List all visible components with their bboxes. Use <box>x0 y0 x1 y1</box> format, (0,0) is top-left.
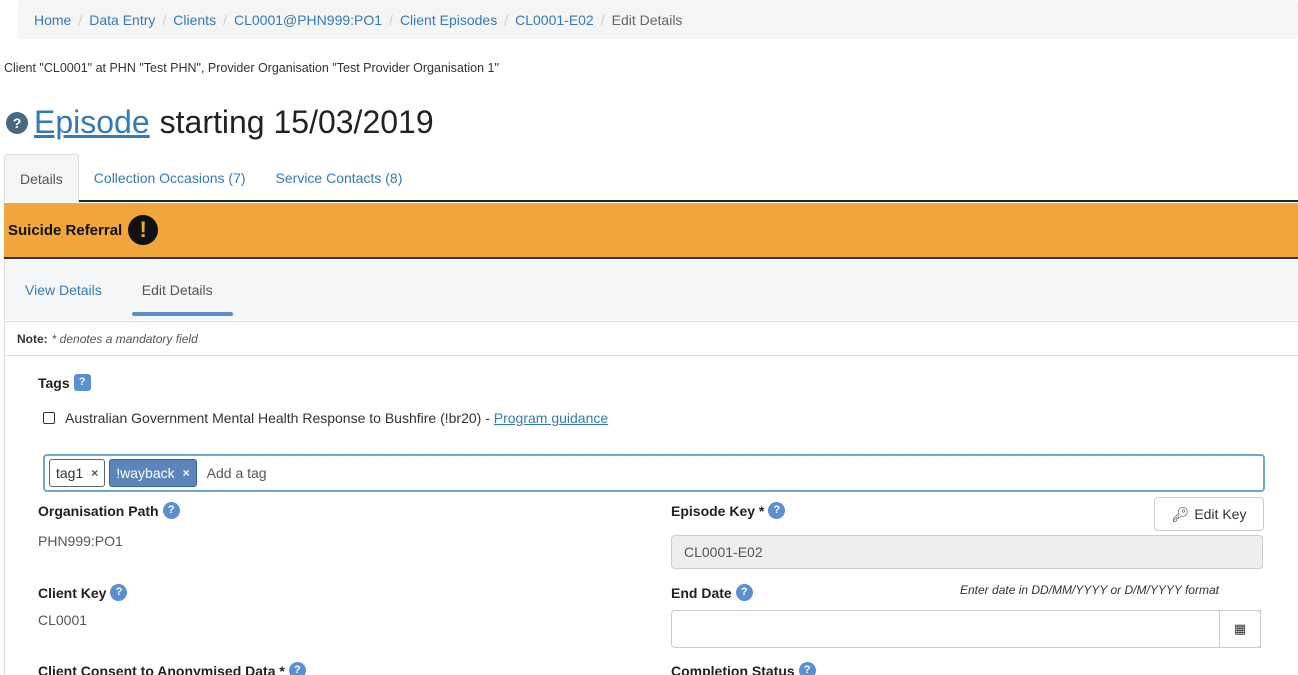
breadcrumb-home[interactable]: Home <box>34 12 71 28</box>
help-icon[interactable]: ? <box>110 584 128 601</box>
tab-service-contacts[interactable]: Service Contacts (8) <box>261 154 418 202</box>
breadcrumb-client-episodes[interactable]: Client Episodes <box>400 12 497 28</box>
breadcrumb-client[interactable]: CL0001@PHN999:PO1 <box>234 12 382 28</box>
organisation-path-value: PHN999:PO1 <box>38 533 123 549</box>
episode-key-label: Episode Key * ? <box>671 502 786 519</box>
tag-input-placeholder[interactable]: Add a tag <box>207 465 267 481</box>
calendar-icon[interactable]: ▦ <box>1219 610 1261 648</box>
tag-chip[interactable]: tag1 × <box>49 459 106 487</box>
suicide-referral-banner: Suicide Referral ! <box>4 203 1298 259</box>
client-key-value: CL0001 <box>38 612 88 628</box>
help-icon[interactable]: ? <box>288 662 306 675</box>
edit-key-label: Edit Key <box>1194 506 1247 522</box>
client-key-label-text: Client Key <box>38 584 107 601</box>
tag-input[interactable]: tag1 × !wayback × Add a tag <box>43 454 1265 492</box>
client-consent-label-text: Client Consent to Anonymised Data * <box>38 662 285 675</box>
edit-form: Note: * denotes a mandatory field Tags ?… <box>4 321 1298 675</box>
breadcrumb: Home / Data Entry / Clients / CL0001@PHN999… <box>18 0 1298 39</box>
end-date-label-text: End Date <box>671 584 732 601</box>
breadcrumb-separator: / <box>78 11 83 28</box>
episode-key-field: CL0001-E02 <box>671 535 1263 569</box>
help-icon[interactable]: ? <box>768 502 786 519</box>
subtab-view-details[interactable]: View Details <box>5 260 122 320</box>
tags-label-text: Tags <box>38 374 70 391</box>
breadcrumb-data-entry[interactable]: Data Entry <box>89 12 155 28</box>
edit-key-button[interactable]: 🔑︎ Edit Key <box>1154 497 1264 531</box>
program-guidance-link[interactable]: Program guidance <box>494 410 608 426</box>
remove-tag-icon[interactable]: × <box>183 466 190 480</box>
end-date-label: End Date ? <box>671 584 753 601</box>
episode-link[interactable]: Episode <box>34 104 150 141</box>
breadcrumb-clients[interactable]: Clients <box>173 12 216 28</box>
tab-details[interactable]: Details <box>4 154 79 202</box>
note-label: Note: <box>17 331 48 346</box>
page-title: ? Episode starting 15/03/2019 <box>6 104 434 141</box>
breadcrumb-separator: / <box>600 11 605 28</box>
page-title-text: starting 15/03/2019 <box>159 104 434 140</box>
completion-status-label-text: Completion Status <box>671 662 795 675</box>
help-icon[interactable]: ? <box>735 584 753 601</box>
tag-label: !wayback <box>116 465 175 481</box>
tag-label: tag1 <box>56 465 84 481</box>
help-icon[interactable]: ? <box>798 662 816 675</box>
tag-chip-selected[interactable]: !wayback × <box>109 459 197 487</box>
completion-status-label: Completion Status ? <box>671 662 816 675</box>
breadcrumb-episode[interactable]: CL0001-E02 <box>515 12 594 28</box>
key-icon: 🔑︎ <box>1171 505 1190 522</box>
referral-label: Suicide Referral <box>8 221 123 239</box>
breadcrumb-separator: / <box>504 11 509 28</box>
breadcrumb-separator: / <box>223 11 227 28</box>
sub-tabs: View Details Edit Details <box>4 260 1298 320</box>
end-date-hint: Enter date in DD/MM/YYYY or D/M/YYYY for… <box>960 583 1219 597</box>
checkbox-icon[interactable] <box>43 412 55 424</box>
mandatory-note: Note: * denotes a mandatory field <box>5 322 1298 356</box>
organisation-path-label: Organisation Path ? <box>38 502 180 519</box>
breadcrumb-current: Edit Details <box>611 11 683 28</box>
exclamation-icon: ! <box>128 215 159 245</box>
bushfire-tag-label: Australian Government Mental Health Resp… <box>65 410 490 426</box>
main-tabs: Details Collection Occasions (7) Service… <box>4 154 1298 202</box>
client-key-label: Client Key ? <box>38 584 128 601</box>
tags-label: Tags ? <box>38 374 91 391</box>
tab-collection-occasions[interactable]: Collection Occasions (7) <box>79 154 261 202</box>
bushfire-tag-option: Australian Government Mental Health Resp… <box>43 410 608 426</box>
end-date-input[interactable] <box>671 610 1261 648</box>
client-consent-label: Client Consent to Anonymised Data * ? <box>38 662 306 675</box>
organisation-path-label-text: Organisation Path <box>38 502 159 519</box>
episode-key-label-text: Episode Key * <box>671 502 765 519</box>
client-info: Client "CL0001" at PHN "Test PHN", Provi… <box>4 61 499 75</box>
subtab-edit-details[interactable]: Edit Details <box>122 260 233 320</box>
breadcrumb-separator: / <box>162 11 167 28</box>
note-text: * denotes a mandatory field <box>51 331 198 346</box>
help-icon[interactable]: ? <box>162 502 180 519</box>
remove-tag-icon[interactable]: × <box>91 466 98 480</box>
help-icon[interactable]: ? <box>6 111 28 134</box>
breadcrumb-separator: / <box>389 11 393 28</box>
help-icon[interactable]: ? <box>73 374 91 391</box>
